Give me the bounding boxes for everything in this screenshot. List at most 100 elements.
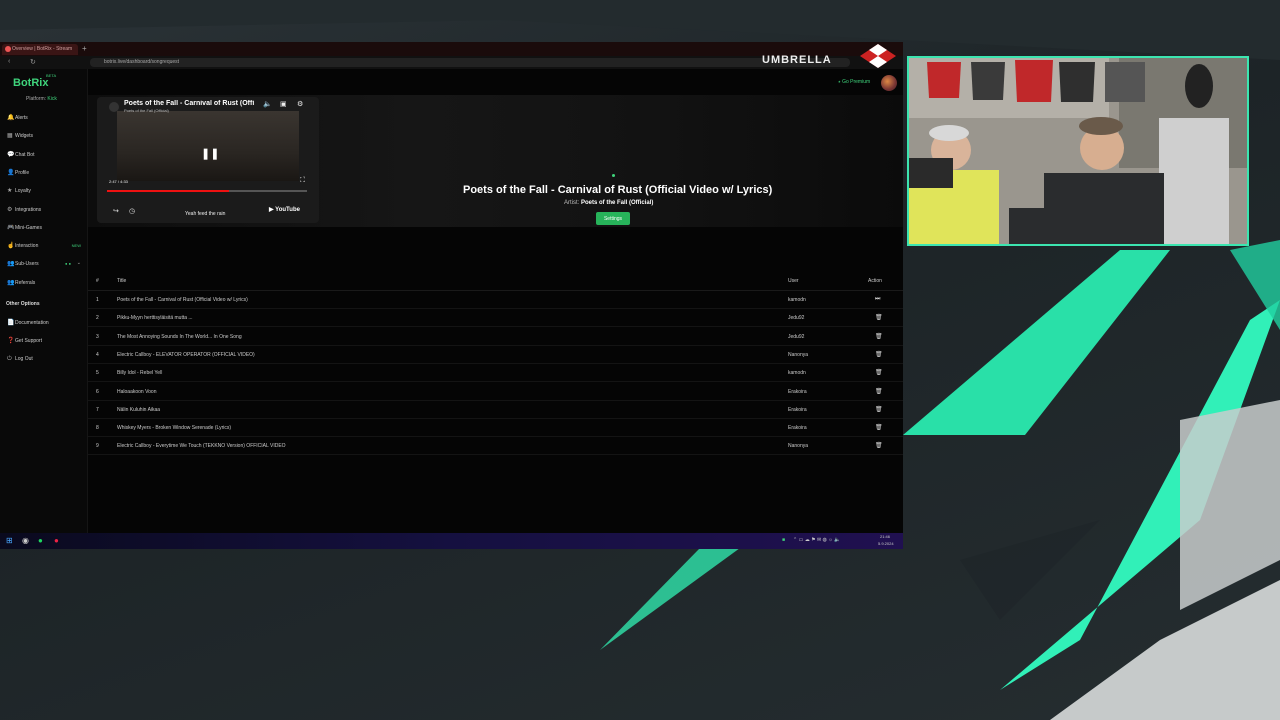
table-row[interactable]: 7 Nälin Kuluhin Aikaa Erakoira 🗑 bbox=[88, 401, 903, 419]
browser-tab[interactable]: Overview | BotRix - Stream bbox=[2, 44, 78, 55]
sidebar-item-interaction[interactable]: ☝Interaction NEW bbox=[7, 242, 85, 254]
go-premium-link[interactable]: ⭑ Go Premium bbox=[838, 79, 870, 85]
users-icon: 👥 bbox=[7, 261, 15, 268]
delete-icon[interactable]: 🗑 bbox=[875, 388, 883, 395]
brand-logo[interactable]: BotRix bbox=[13, 77, 48, 89]
sidebar-item-label: Get Support bbox=[15, 338, 42, 345]
chat-icon: 💬 bbox=[7, 151, 15, 158]
settings-gear-icon[interactable]: ⚙ bbox=[297, 100, 303, 108]
sidebar-item-log-out[interactable]: ⏻ Log Out bbox=[7, 356, 85, 368]
settings-button[interactable]: Settings bbox=[596, 212, 630, 225]
windows-taskbar: ⊞ ◉ ● ● ■ ⌃ ▭ ☁ ⚑ ✉ ◍ ☼ 🔈 21:46 5.9.2024 bbox=[0, 533, 903, 549]
people-icon: 👥 bbox=[7, 279, 15, 286]
now-playing-title: Poets of the Fall - Carnival of Rust (Of… bbox=[463, 184, 773, 196]
windows-start-icon[interactable]: ⊞ bbox=[6, 536, 15, 545]
umbrella-overlay-text: UMBRELLA bbox=[762, 54, 832, 66]
cell-user: Erakoira bbox=[788, 388, 807, 395]
url-input[interactable]: botrix.live/dashboard/songrequest bbox=[90, 58, 850, 67]
chevron-down-icon[interactable]: ⌄ bbox=[77, 260, 81, 266]
sidebar-item-label: Referrals bbox=[15, 279, 36, 286]
delete-icon[interactable]: 🗑 bbox=[875, 369, 883, 376]
sidebar-item-chat-bot[interactable]: 💬Chat Bot bbox=[7, 151, 85, 163]
artist-name: Poets of the Fall (Official) bbox=[581, 200, 654, 206]
sidebar-item-label: Integrations bbox=[15, 206, 42, 213]
table-row[interactable]: 6 Haloaakoon Voon Erakoira 🗑 bbox=[88, 383, 903, 401]
tray-clock-date: 5.9.2024 bbox=[878, 541, 894, 546]
sidebar-item-integrations[interactable]: ⚙ Integrations bbox=[7, 206, 85, 218]
delete-icon[interactable]: 🗑 bbox=[875, 442, 883, 449]
browser-window: Overview | BotRix - Stream + ‹ ↻ botrix.… bbox=[0, 42, 903, 549]
back-button[interactable]: ‹ bbox=[8, 58, 10, 65]
cell-num: 1 bbox=[96, 297, 99, 303]
share-icon[interactable]: ↪ bbox=[113, 207, 119, 215]
table-row[interactable]: 8 Whiskey Myers - Broken Window Serenade … bbox=[88, 419, 903, 438]
fullscreen-icon[interactable]: ⛶ bbox=[300, 177, 305, 185]
sidebar-item-mini-games[interactable]: 🎮Mini-Games bbox=[7, 224, 85, 236]
sidebar-item-get-support[interactable]: ❓Get Support bbox=[7, 337, 85, 349]
tab-title: Overview | BotRix - Stream bbox=[12, 46, 73, 52]
video-frame bbox=[117, 111, 299, 181]
sidebar-item-profile[interactable]: 👤Profile bbox=[7, 169, 85, 181]
favicon-icon bbox=[5, 46, 11, 52]
cell-title: The Most Annoying Sounds In The World...… bbox=[117, 333, 242, 340]
video-channel: Poets of the Fall (Official) bbox=[124, 108, 169, 113]
logout-icon: ⏻ bbox=[7, 355, 12, 362]
volume-icon[interactable]: 🔈 bbox=[263, 100, 272, 108]
video-lyric-caption: Yeah feed the rain bbox=[185, 211, 226, 217]
star-icon: ★ bbox=[7, 188, 13, 195]
cell-user: Erakoira bbox=[788, 425, 807, 432]
sidebar-item-documentation[interactable]: 📄Documentation bbox=[7, 319, 85, 331]
cell-title: Haloaakoon Voon bbox=[117, 388, 157, 395]
delete-icon[interactable]: 🗑 bbox=[875, 333, 883, 340]
sidebar-item-label: Widgets bbox=[15, 133, 34, 140]
sidebar-item-alerts[interactable]: 🔔Alerts bbox=[7, 114, 85, 126]
user-icon: 👤 bbox=[7, 169, 15, 176]
youtube-logo[interactable]: ▶ YouTube bbox=[269, 206, 300, 213]
bell-icon: 🔔 bbox=[7, 115, 15, 121]
delete-icon[interactable]: 🗑 bbox=[875, 406, 883, 413]
tray-icons[interactable]: ⌃ ▭ ☁ ⚑ ✉ ◍ ☼ 🔈 bbox=[793, 537, 840, 543]
delete-icon[interactable]: 🗑 bbox=[875, 314, 883, 321]
sidebar-item-loyalty[interactable]: ★ Loyalty bbox=[7, 187, 85, 199]
spotify-icon[interactable]: ● bbox=[38, 536, 47, 545]
delete-icon[interactable]: 🗑 bbox=[875, 351, 883, 358]
sidebar-item-referrals[interactable]: 👥Referrals bbox=[7, 279, 85, 291]
reload-button[interactable]: ↻ bbox=[30, 58, 36, 66]
watch-later-icon[interactable]: ◷ bbox=[129, 207, 135, 215]
cell-num: 8 bbox=[96, 425, 99, 432]
search-icon[interactable]: ◉ bbox=[22, 536, 31, 545]
user-avatar[interactable] bbox=[881, 75, 897, 91]
youtube-player[interactable]: Poets of the Fall - Carnival of Rust (Of… bbox=[97, 97, 319, 223]
skip-icon[interactable]: ⏭ bbox=[875, 296, 880, 303]
delete-icon[interactable]: 🗑 bbox=[875, 424, 883, 431]
sidebar-item-label: Sub-Users bbox=[15, 261, 39, 268]
pause-icon[interactable]: ❚❚ bbox=[201, 147, 219, 160]
header-user: User bbox=[788, 278, 799, 284]
table-row[interactable]: 9 Electric Callboy - Everytime We Touch (… bbox=[88, 437, 903, 456]
botrix-dashboard: BotRix BETA Platform: Kick 🔔Alerts ▦ Widge… bbox=[0, 69, 903, 533]
table-row[interactable]: 1 Poets of the Fall - Carnival of Rust (O… bbox=[88, 291, 903, 309]
captions-icon[interactable]: ▣ bbox=[280, 100, 287, 108]
header-num: # bbox=[96, 278, 99, 284]
video-progress-bar[interactable] bbox=[107, 190, 307, 192]
gamepad-icon: 🎮 bbox=[7, 224, 15, 231]
sidebar-item-label: Interaction bbox=[15, 243, 39, 250]
sidebar-item-sub-users[interactable]: 👥Sub-Users ● ● ⌄ bbox=[7, 260, 85, 272]
header-title: Title bbox=[117, 278, 127, 284]
table-row[interactable]: 2 Pikku-Myyn herttisyläisitä mutta ... Jed… bbox=[88, 309, 903, 328]
obs-icon[interactable]: ● bbox=[54, 536, 63, 545]
table-row[interactable]: 4 Electric Callboy - ELEVATOR OPERATOR (O… bbox=[88, 346, 903, 364]
tray-app-icon[interactable]: ■ bbox=[782, 537, 785, 543]
cell-num: 7 bbox=[96, 406, 99, 413]
cell-title: Pikku-Myyn herttisyläisitä mutta ... bbox=[117, 315, 193, 322]
video-title: Poets of the Fall - Carnival of Rust (Of… bbox=[124, 100, 254, 107]
table-row[interactable]: 5 Billy Idol - Rebel Yell kamodn 🗑 bbox=[88, 364, 903, 383]
widget-icon: ▦ bbox=[7, 133, 13, 140]
new-tab-button[interactable]: + bbox=[82, 44, 87, 53]
cell-user: Jedu92 bbox=[788, 315, 805, 322]
cell-title: Nälin Kuluhin Aikaa bbox=[117, 406, 161, 413]
table-row[interactable]: 3 The Most Annoying Sounds In The World..… bbox=[88, 328, 903, 346]
sidebar-item-widgets[interactable]: ▦ Widgets bbox=[7, 132, 85, 144]
cell-user: Nanonya bbox=[788, 351, 809, 358]
hand-icon: ☝ bbox=[7, 243, 15, 250]
